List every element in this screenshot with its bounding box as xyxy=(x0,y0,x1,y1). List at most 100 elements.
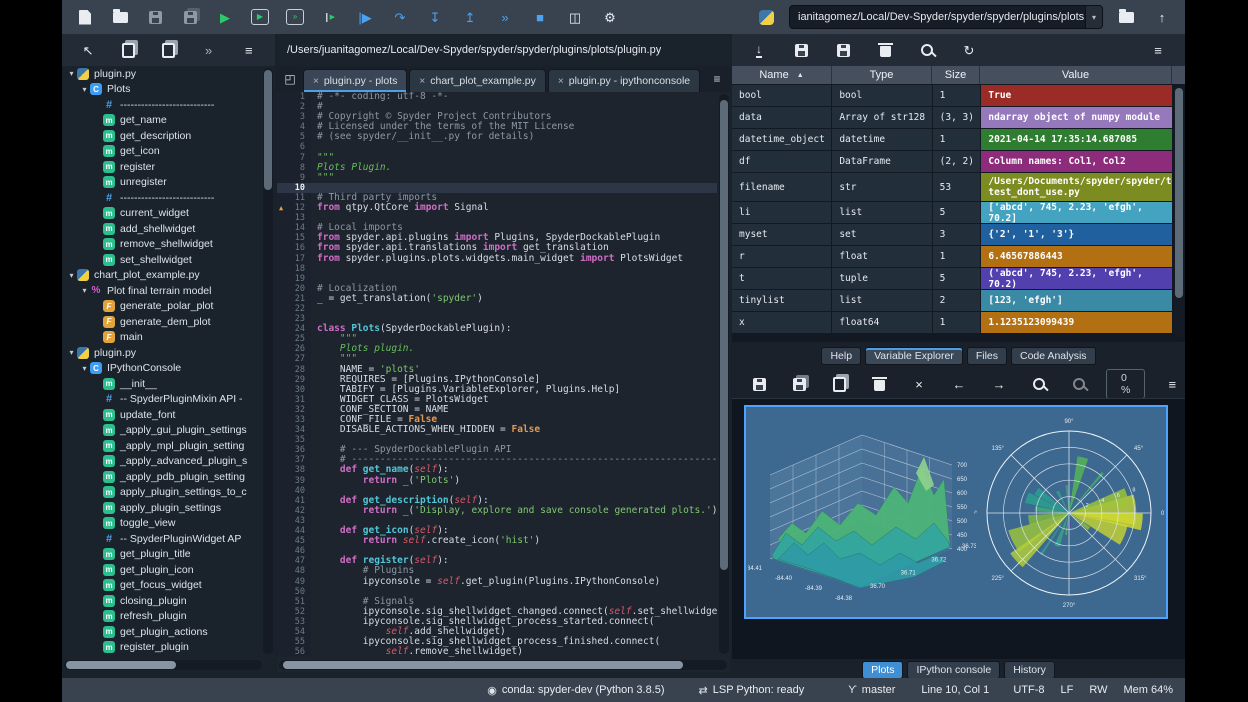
variable-value[interactable]: ('abcd', 745, 2.23, 'efgh', 70.2) xyxy=(981,268,1172,289)
outline-item-generate_dem_plot[interactable]: Fgenerate_dem_plot xyxy=(62,314,275,330)
code-line-5[interactable]: 5# (see spyder/__init__.py for details) xyxy=(277,132,717,142)
outline-item-get_focus_widget[interactable]: mget_focus_widget xyxy=(62,578,275,594)
outline-item-get_icon[interactable]: mget_icon xyxy=(62,144,275,160)
pane-tab-variable-explorer[interactable]: Variable Explorer xyxy=(865,347,963,365)
pane-tab-help[interactable]: Help xyxy=(821,347,861,365)
more-options-icon[interactable]: » xyxy=(196,37,222,63)
outline-item-plugin-py[interactable]: ▾plugin.py xyxy=(62,66,275,82)
collapse-all-icon[interactable] xyxy=(115,37,141,63)
new-file-icon[interactable] xyxy=(72,4,98,30)
variable-value[interactable]: [123, 'efgh'] xyxy=(981,290,1172,311)
variable-row-data[interactable]: dataArray of str128(3, 3)ndarray object … xyxy=(732,107,1172,128)
options-menu-icon[interactable]: ≡ xyxy=(1145,37,1171,63)
continue-execution-icon[interactable]: » xyxy=(492,4,518,30)
variable-row-tinylist[interactable]: tinylistlist2[123, 'efgh'] xyxy=(732,290,1172,311)
outline-vertical-scrollbar[interactable] xyxy=(263,68,273,654)
outline-item-update_font[interactable]: mupdate_font xyxy=(62,407,275,423)
outline-item--spyderpluginmixin-api-[interactable]: #-- SpyderPluginMixin API - xyxy=(62,392,275,408)
open-file-icon[interactable] xyxy=(107,4,133,30)
close-icon[interactable]: × xyxy=(558,76,564,87)
run-selection-icon[interactable]: I▶ xyxy=(317,4,343,30)
code-line-42[interactable]: 42 return _('Display, explore and save c… xyxy=(277,506,717,516)
outline-item-toggle_view[interactable]: mtoggle_view xyxy=(62,516,275,532)
outline-item-refresh_plugin[interactable]: mrefresh_plugin xyxy=(62,609,275,625)
zoom-out-icon[interactable] xyxy=(1066,371,1092,397)
pane-tab-plots[interactable]: Plots xyxy=(862,661,903,679)
chevron-down-icon[interactable]: ▾ xyxy=(79,364,90,373)
code-line-1[interactable]: 1# -*- coding: utf-8 -*- xyxy=(277,92,717,102)
chevron-down-icon[interactable]: ▾ xyxy=(1085,6,1102,28)
outline-item-apply_plugin_settings[interactable]: mapply_plugin_settings xyxy=(62,500,275,516)
current-plot-figure[interactable]: 400450500550600650700-84.41-84.40-84.39-… xyxy=(744,405,1168,619)
outline-item-ipythonconsole[interactable]: ▾CIPythonConsole xyxy=(62,361,275,377)
variable-row-filename[interactable]: filenamestr53/Users/Documents/spyder/spy… xyxy=(732,173,1172,201)
outline-item-_apply_advanced_plugin_s[interactable]: m_apply_advanced_plugin_s xyxy=(62,454,275,470)
outline-item-add_shellwidget[interactable]: madd_shellwidget xyxy=(62,221,275,237)
follow-cursor-icon[interactable]: ↖ xyxy=(75,37,101,63)
outline-item-get_name[interactable]: mget_name xyxy=(62,113,275,129)
step-into-icon[interactable]: ↧ xyxy=(422,4,448,30)
outline-item-plugin-py[interactable]: ▾plugin.py xyxy=(62,345,275,361)
editor-horizontal-scrollbar[interactable] xyxy=(279,660,727,670)
outline-item-register_plugin[interactable]: mregister_plugin xyxy=(62,640,275,656)
remove-plot-icon[interactable] xyxy=(866,371,892,397)
variable-row-t[interactable]: ttuple5('abcd', 745, 2.23, 'efgh', 70.2) xyxy=(732,268,1172,289)
variable-explorer-scrollbar[interactable] xyxy=(1174,86,1184,338)
chevron-down-icon[interactable]: ▾ xyxy=(66,271,77,280)
outline-item-closing_plugin[interactable]: mclosing_plugin xyxy=(62,593,275,609)
options-menu-icon[interactable]: ≡ xyxy=(704,66,730,92)
variable-row-myset[interactable]: mysetset3{'2', '1', '3'} xyxy=(732,224,1172,245)
maximize-pane-icon[interactable]: ◫ xyxy=(562,4,588,30)
outline-item-get_plugin_title[interactable]: mget_plugin_title xyxy=(62,547,275,563)
run-file-icon[interactable]: ▶ xyxy=(212,4,238,30)
code-line-39[interactable]: 39 return _('Plots') xyxy=(277,476,717,486)
step-over-icon[interactable]: ↷ xyxy=(387,4,413,30)
previous-plot-icon[interactable]: ← xyxy=(946,371,972,397)
variable-row-df[interactable]: dfDataFrame(2, 2)Column names: Col1, Col… xyxy=(732,151,1172,172)
chevron-down-icon[interactable]: ▾ xyxy=(79,286,90,295)
outline-item-plot-final-terrain-model[interactable]: ▾%Plot final terrain model xyxy=(62,283,275,299)
outline-item-set_shellwidget[interactable]: mset_shellwidget xyxy=(62,252,275,268)
table-header[interactable]: Name▲TypeSizeValue xyxy=(732,66,1185,84)
editor-tab-plugin-py-ipythonconsole[interactable]: ×plugin.py - ipythonconsole xyxy=(548,69,700,92)
options-menu-icon[interactable]: ≡ xyxy=(1159,371,1185,397)
outline-item-remove_shellwidget[interactable]: mremove_shellwidget xyxy=(62,237,275,253)
outline-item-get_plugin_icon[interactable]: mget_plugin_icon xyxy=(62,562,275,578)
outline-item-chart_plot_example-py[interactable]: ▾chart_plot_example.py xyxy=(62,268,275,284)
pane-tab-code-analysis[interactable]: Code Analysis xyxy=(1011,347,1096,365)
expand-all-icon[interactable] xyxy=(155,37,181,63)
code-line-34[interactable]: 34 DISABLE_ACTIONS_WHEN_HIDDEN = False xyxy=(277,425,717,435)
search-icon[interactable] xyxy=(914,37,940,63)
save-file-icon[interactable] xyxy=(142,4,168,30)
outline-item-_apply_mpl_plugin_setting[interactable]: m_apply_mpl_plugin_setting xyxy=(62,438,275,454)
code-editor[interactable]: 1# -*- coding: utf-8 -*-2#3# Copyright ©… xyxy=(277,92,717,658)
code-line-18[interactable]: 18 xyxy=(277,264,717,274)
open-directory-icon[interactable] xyxy=(1113,4,1139,30)
git-branch[interactable]: ϒmaster xyxy=(848,684,895,696)
save-plot-icon[interactable] xyxy=(746,371,772,397)
pane-tab-history[interactable]: History xyxy=(1004,661,1055,679)
outline-item-__init__[interactable]: m__init__ xyxy=(62,376,275,392)
remove-all-plots-icon[interactable]: × xyxy=(906,371,932,397)
outline-item-current_widget[interactable]: mcurrent_widget xyxy=(62,206,275,222)
code-line-6[interactable]: 6 xyxy=(277,142,717,152)
column-header-value[interactable]: Value xyxy=(980,66,1172,84)
pane-tab-ipython-console[interactable]: IPython console xyxy=(907,661,1000,679)
variable-row-li[interactable]: lilist5['abcd', 745, 2.23, 'efgh', 70.2] xyxy=(732,202,1172,223)
code-line-22[interactable]: 22 xyxy=(277,304,717,314)
save-all-icon[interactable] xyxy=(177,4,203,30)
variable-value[interactable]: 1.1235123099439 xyxy=(981,312,1172,333)
outline-item--[interactable]: #--------------------------- xyxy=(62,190,275,206)
variable-value[interactable]: Column names: Col1, Col2 xyxy=(981,151,1172,172)
outline-item-apply_plugin_settings_to_c[interactable]: mapply_plugin_settings_to_c xyxy=(62,485,275,501)
code-line-12[interactable]: ▲12from qtpy.QtCore import Signal xyxy=(277,203,717,213)
variable-row-bool[interactable]: boolbool1True xyxy=(732,85,1172,106)
variable-value[interactable]: ['abcd', 745, 2.23, 'efgh', 70.2] xyxy=(981,202,1172,223)
variable-value[interactable]: /Users/Documents/spyder/spyder/tests, te… xyxy=(981,173,1172,201)
run-cell-advance-icon[interactable]: » xyxy=(282,4,308,30)
chevron-down-icon[interactable]: ▾ xyxy=(79,85,90,94)
code-line-56[interactable]: 56 self.remove_shellwidget) xyxy=(277,647,717,657)
save-data-as-icon[interactable] xyxy=(830,37,856,63)
close-icon[interactable]: × xyxy=(419,76,425,87)
outline-item--[interactable]: #--------------------------- xyxy=(62,97,275,113)
